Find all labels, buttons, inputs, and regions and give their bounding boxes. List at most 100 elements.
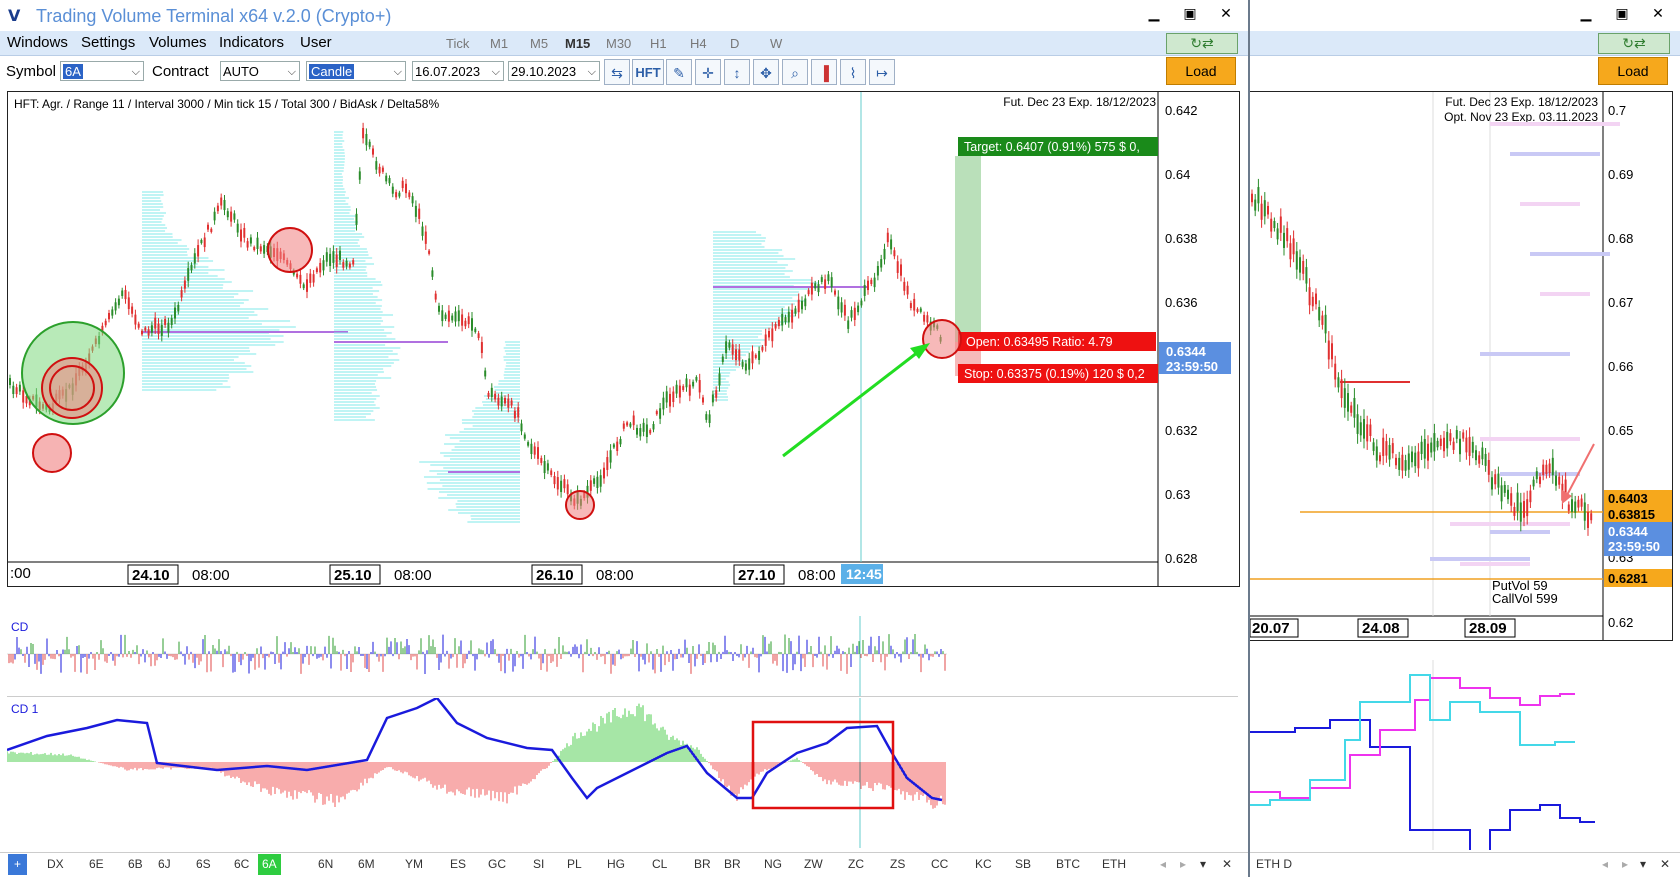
minimize-icon[interactable]: ▁: [1136, 5, 1172, 22]
menu-volumes[interactable]: Volumes: [149, 34, 207, 51]
chevron-down-icon: ⌵: [131, 66, 140, 78]
ruler-icon[interactable]: ⌇: [840, 59, 866, 85]
tf-h4[interactable]: H4: [690, 36, 707, 51]
candle-body: [843, 304, 846, 316]
hft-button[interactable]: HFT: [632, 59, 664, 85]
tab-gc[interactable]: GC: [488, 857, 506, 871]
tab-6b[interactable]: 6B: [128, 857, 143, 871]
tab-6n[interactable]: 6N: [318, 857, 333, 871]
tab-kc[interactable]: KC: [975, 857, 992, 871]
menu-settings[interactable]: Settings: [81, 34, 135, 51]
tab-br[interactable]: BR: [694, 857, 711, 871]
tab-dx[interactable]: DX: [47, 857, 64, 871]
close-tab-icon[interactable]: ✕: [1222, 857, 1232, 871]
tab-6c[interactable]: 6C: [234, 857, 249, 871]
tab-list-icon[interactable]: ▾: [1640, 857, 1646, 871]
load-button[interactable]: Load: [1598, 57, 1668, 85]
crosshair-icon[interactable]: ✛: [695, 59, 721, 85]
tab-ng[interactable]: NG: [764, 857, 782, 871]
tf-h1[interactable]: H1: [650, 36, 667, 51]
tab-6m[interactable]: 6M: [358, 857, 375, 871]
contract-select[interactable]: AUTO ⌵: [220, 61, 300, 81]
scroll-right-icon[interactable]: ▸: [1622, 857, 1628, 871]
vertical-resize-icon[interactable]: ↕: [724, 59, 750, 85]
tf-m15[interactable]: M15: [565, 36, 590, 51]
zoom-icon[interactable]: ⌕: [782, 59, 808, 85]
tab-pl[interactable]: PL: [567, 857, 582, 871]
tab-sb[interactable]: SB: [1015, 857, 1031, 871]
tab-6s[interactable]: 6S: [196, 857, 211, 871]
tab-6e[interactable]: 6E: [89, 857, 104, 871]
volume-circle[interactable]: [922, 319, 962, 359]
tf-m5[interactable]: M5: [530, 36, 548, 51]
volume-circle[interactable]: [267, 227, 313, 273]
candle-body: [1449, 433, 1452, 442]
sync-rotate-button[interactable]: ↻⇄: [1166, 33, 1238, 54]
close-icon[interactable]: ✕: [1640, 5, 1676, 22]
tf-tick[interactable]: Tick: [446, 36, 469, 51]
price-chart-panel[interactable]: HFT: Agr. / Range 11 / Interval 3000 / M…: [7, 91, 1240, 587]
tab-br-2[interactable]: BR: [724, 857, 741, 871]
pencil-icon[interactable]: ✎: [666, 59, 692, 85]
add-tab-button[interactable]: +: [8, 854, 28, 875]
tab-zc[interactable]: ZC: [848, 857, 864, 871]
tab-ym[interactable]: YM: [405, 857, 423, 871]
date-from-input[interactable]: 16.07.2023 ⌵: [412, 61, 504, 81]
menu-user[interactable]: User: [300, 34, 332, 51]
tab-zw[interactable]: ZW: [804, 857, 823, 871]
tab-6j[interactable]: 6J: [158, 857, 171, 871]
volume-circle[interactable]: [32, 433, 72, 473]
tab-list-icon[interactable]: ▾: [1200, 857, 1206, 871]
candle-body: [193, 253, 196, 264]
chart-type-select[interactable]: Candle ⌵: [306, 61, 406, 81]
delta-lines-panel[interactable]: [1250, 660, 1672, 850]
close-icon[interactable]: ✕: [1208, 5, 1244, 22]
tab-es[interactable]: ES: [450, 857, 466, 871]
tf-d[interactable]: D: [730, 36, 739, 51]
symbol-select[interactable]: 6A ⌵: [60, 61, 144, 81]
tf-w[interactable]: W: [770, 36, 782, 51]
scroll-right-icon[interactable]: ▸: [1180, 857, 1186, 871]
load-button[interactable]: Load: [1166, 57, 1236, 85]
maximize-icon[interactable]: ▣: [1604, 5, 1640, 22]
weekly-chart-panel[interactable]: Fut. Dec 23 Exp. 18/12/2023 Opt. Nov 23 …: [1250, 91, 1673, 641]
tab-hg[interactable]: HG: [607, 857, 625, 871]
scroll-left-icon[interactable]: ◂: [1602, 857, 1608, 871]
cd1-chart[interactable]: CD 1: [7, 698, 1238, 848]
menu-windows[interactable]: Windows: [7, 34, 68, 51]
tab-cl[interactable]: CL: [652, 857, 667, 871]
scroll-left-icon[interactable]: ◂: [1160, 857, 1166, 871]
tab-btc[interactable]: BTC: [1056, 857, 1080, 871]
tab-cc[interactable]: CC: [931, 857, 948, 871]
tab-si[interactable]: SI: [533, 857, 544, 871]
cd1-panel[interactable]: CD 1: [7, 698, 1238, 848]
tab-eth-d[interactable]: ETH D: [1256, 857, 1292, 871]
cd-chart[interactable]: CD: [7, 616, 1238, 696]
candle-body: [395, 192, 398, 198]
candle-body: [919, 308, 922, 312]
tf-m1[interactable]: M1: [490, 36, 508, 51]
tf-m30[interactable]: M30: [606, 36, 631, 51]
tab-eth[interactable]: ETH: [1102, 857, 1126, 871]
bars-icon[interactable]: ▐: [811, 59, 837, 85]
move-icon[interactable]: ✥: [753, 59, 779, 85]
sync-rotate-button[interactable]: ↻⇄: [1598, 33, 1670, 54]
arrows-icon[interactable]: ⇆: [604, 59, 630, 85]
minimize-icon[interactable]: ▁: [1568, 5, 1604, 22]
tab-zs[interactable]: ZS: [890, 857, 905, 871]
close-tab-icon[interactable]: ✕: [1660, 857, 1670, 871]
price-chart[interactable]: HFT: Agr. / Range 11 / Interval 3000 / M…: [8, 92, 1239, 586]
candle-body: [923, 314, 926, 322]
maximize-icon[interactable]: ▣: [1172, 5, 1208, 22]
date-to-input[interactable]: 29.10.2023 ⌵: [508, 61, 600, 81]
cd-panel[interactable]: CD: [7, 616, 1238, 697]
candle-body: [124, 289, 127, 300]
menu-indicators[interactable]: Indicators: [219, 34, 284, 51]
range-icon[interactable]: ↦: [869, 59, 895, 85]
candle-body: [1484, 453, 1487, 466]
candle-body: [1481, 447, 1484, 460]
tab-6a[interactable]: 6A: [258, 854, 281, 875]
weekly-chart[interactable]: Fut. Dec 23 Exp. 18/12/2023 Opt. Nov 23 …: [1250, 92, 1672, 640]
price-tick: 0.636: [1165, 295, 1198, 310]
volume-circle[interactable]: [565, 490, 595, 520]
